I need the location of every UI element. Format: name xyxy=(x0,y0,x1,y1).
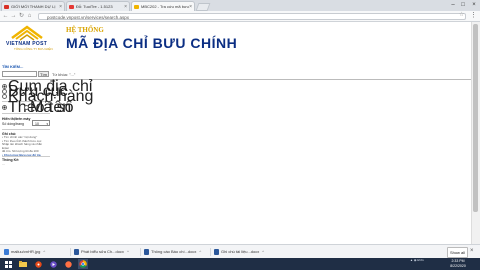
tab-3-active[interactable]: MBC202 - Tra cứu mã bưu × xyxy=(131,1,195,11)
radio-selected-icon[interactable] xyxy=(2,105,7,111)
close-icon[interactable]: × xyxy=(189,2,192,11)
download-bar: malluu/vnHR.jpg ^ Phát biểu sửa Ch...docx… xyxy=(0,244,480,258)
chrome-icon[interactable] xyxy=(78,259,88,269)
chevron-up-icon[interactable]: ^ xyxy=(262,249,264,254)
chevron-up-icon[interactable]: ^ xyxy=(43,249,45,254)
tab-strip: GIỚI MỚI THANH DỰ LỊ × Đỗ: TuoiTre - 1.5… xyxy=(0,0,480,11)
search-input[interactable] xyxy=(2,71,37,77)
tab-1[interactable]: GIỚI MỚI THANH DỰ LỊ × xyxy=(1,1,65,11)
vnpost-icon xyxy=(134,5,139,9)
page-title: MÃ ĐỊA CHỈ BƯU CHÍNH xyxy=(66,35,238,51)
download-item[interactable]: Thông cáo Báo chí...docx ^ xyxy=(142,247,201,257)
sidebar-divider xyxy=(2,129,50,130)
per-page-label: Số dòng/trang xyxy=(2,122,24,126)
tab-2[interactable]: Đỗ: TuoiTre - 1.5123 × xyxy=(66,1,130,11)
page-content: VIETNAM POST TỔNG CÔNG TY BƯU ĐIỆN HỆ TH… xyxy=(0,22,471,244)
display-label: Hiển thị/trên máy xyxy=(2,117,31,121)
system-label: HỆ THỐNG xyxy=(66,26,104,34)
gmail-icon xyxy=(4,5,9,9)
scrollbar-thumb[interactable] xyxy=(473,24,478,212)
sidebar-divider xyxy=(2,156,50,157)
maximize-icon[interactable]: □ xyxy=(458,1,468,9)
word-file-icon xyxy=(144,249,149,255)
windows-start-icon[interactable] xyxy=(3,259,13,269)
bookmark-star-icon[interactable]: ☆ xyxy=(459,11,464,18)
download-label: Ghi chú tài liệu...docx xyxy=(221,249,260,254)
address-bar[interactable]: postcode.vnpost.vn/services/search.aspx xyxy=(38,13,466,20)
reload-icon[interactable]: ↻ xyxy=(18,12,25,20)
media-player-icon[interactable] xyxy=(48,259,58,269)
download-item[interactable]: Ghi chú tài liệu...docx ^ xyxy=(212,247,264,257)
back-icon[interactable]: ← xyxy=(2,12,9,20)
music-app-icon[interactable] xyxy=(33,259,43,269)
per-page-value: 10 xyxy=(35,122,39,126)
download-separator xyxy=(140,248,141,256)
browser-toolbar: ← → ↻ ⌂ postcode.vnpost.vn/services/sear… xyxy=(0,11,480,22)
close-icon[interactable]: × xyxy=(59,2,62,11)
statistics-value: ... xyxy=(2,162,5,166)
show-all-button[interactable]: Show all xyxy=(447,247,468,258)
download-label: malluu/vnHR.jpg xyxy=(11,249,41,254)
taskbar xyxy=(0,258,480,270)
close-icon[interactable]: × xyxy=(124,2,127,11)
clock[interactable]: 2:33 PM 8/22/2020 xyxy=(445,259,471,268)
download-item[interactable]: Phát biểu sửa Ch...docx ^ xyxy=(72,247,129,257)
language-icon[interactable]: ENG xyxy=(417,258,424,262)
address-text: postcode.vnpost.vn/services/search.aspx xyxy=(47,15,130,20)
keyword-label: Từ khóa: "..." xyxy=(52,72,76,77)
sort-by-code[interactable]: Mã số xyxy=(24,100,74,116)
sidebar-divider xyxy=(2,113,50,114)
tab-3-label: MBC202 - Tra cứu mã bưu xyxy=(141,4,189,9)
forward-icon[interactable]: → xyxy=(10,12,17,20)
app-icon[interactable] xyxy=(63,259,73,269)
word-file-icon xyxy=(214,249,219,255)
close-icon[interactable]: × xyxy=(470,247,474,256)
file-explorer-icon[interactable] xyxy=(18,259,28,269)
download-separator xyxy=(210,248,211,256)
word-file-icon xyxy=(74,249,79,255)
chevron-up-icon[interactable]: ^ xyxy=(127,249,129,254)
download-item[interactable]: malluu/vnHR.jpg ^ xyxy=(2,247,45,257)
clock-date: 8/22/2020 xyxy=(450,263,466,268)
tab-2-label: Đỗ: TuoiTre - 1.5123 xyxy=(76,4,113,9)
download-label: Phát biểu sửa Ch...docx xyxy=(81,249,124,254)
news-site-icon xyxy=(69,5,74,9)
download-label: Thông cáo Báo chí...docx xyxy=(151,249,197,254)
tab-1-label: GIỚI MỚI THANH DỰ LỊ xyxy=(11,4,56,9)
chevron-down-icon: ▾ xyxy=(46,122,48,126)
chevron-up-icon[interactable]: ^ xyxy=(199,249,201,254)
image-file-icon xyxy=(4,249,9,255)
system-tray[interactable]: ▲ ◉ ENG xyxy=(410,258,424,262)
window-close-icon[interactable]: × xyxy=(469,1,479,9)
vietnam-post-logo-icon xyxy=(11,25,43,41)
logo-subtitle: TỔNG CÔNG TY BƯU ĐIỆN xyxy=(14,47,53,51)
radio-icon[interactable] xyxy=(2,94,7,100)
home-icon[interactable]: ⌂ xyxy=(26,12,33,20)
radio-icon[interactable] xyxy=(24,105,29,111)
download-separator xyxy=(70,248,71,256)
per-page-select[interactable]: 10 ▾ xyxy=(32,120,50,126)
minimize-icon[interactable]: – xyxy=(448,1,458,9)
new-tab-button[interactable] xyxy=(195,3,211,11)
note-text: • Tìm chính xác "nội dung" • Tìm theo tỉ… xyxy=(2,135,50,158)
browser-menu-icon[interactable]: ⋮ xyxy=(470,11,477,21)
search-button[interactable]: Tìm xyxy=(38,71,49,77)
network-icon[interactable]: ▲ xyxy=(410,258,413,262)
search-heading: TÌM KIẾM... xyxy=(2,64,24,69)
